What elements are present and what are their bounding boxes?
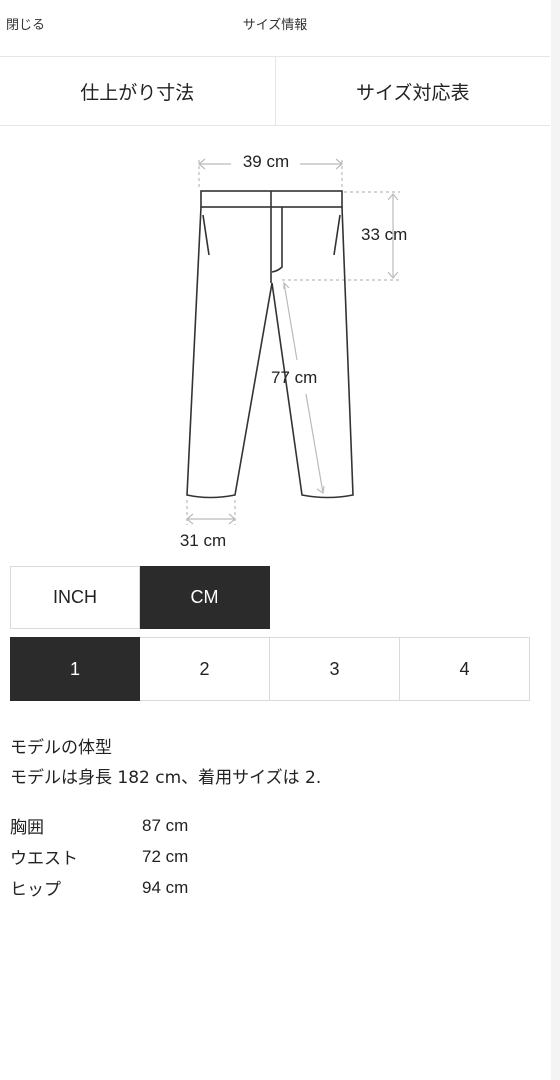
measurement-value: 87 cm xyxy=(142,815,189,835)
pants-dimension-diagram: 39 cm 33 cm 77 cm 31 cm xyxy=(0,140,550,560)
inseam-label: 77 cm xyxy=(271,368,317,387)
hem-width-label: 31 cm xyxy=(180,531,226,550)
unit-inch-button[interactable]: INCH xyxy=(10,566,140,629)
tab-bar: 仕上がり寸法 サイズ対応表 xyxy=(0,56,550,126)
unit-cm-button[interactable]: CM xyxy=(140,566,270,629)
rise-label: 33 cm xyxy=(361,225,407,244)
measurement-row: ヒップ 94 cm xyxy=(10,872,188,903)
model-measurements: 胸囲 87 cm ウエスト 72 cm ヒップ 94 cm xyxy=(10,810,188,903)
size-4-button[interactable]: 4 xyxy=(400,637,530,701)
tab-finished-dimensions[interactable]: 仕上がり寸法 xyxy=(0,57,275,125)
measurement-label: ウエスト xyxy=(10,849,78,869)
measurement-row: ウエスト 72 cm xyxy=(10,841,188,872)
measurement-value: 72 cm xyxy=(142,846,189,866)
pants-illustration: 39 cm 33 cm 77 cm 31 cm xyxy=(180,152,407,550)
size-3-button[interactable]: 3 xyxy=(270,637,400,701)
measurement-value: 94 cm xyxy=(142,877,189,897)
size-1-button[interactable]: 1 xyxy=(10,637,140,701)
screen-edge xyxy=(551,0,560,1080)
measurement-label: 胸囲 xyxy=(10,818,44,838)
size-2-button[interactable]: 2 xyxy=(140,637,270,701)
measurement-label: ヒップ xyxy=(10,880,61,900)
tab-size-chart[interactable]: サイズ対応表 xyxy=(274,57,551,125)
pants-outline xyxy=(186,190,354,499)
dimension-guides xyxy=(186,158,400,525)
model-description: モデルは身長 182 cm、着用サイズは 2. xyxy=(10,768,322,788)
page-title: サイズ情報 xyxy=(242,18,308,33)
waist-width-label: 39 cm xyxy=(243,152,289,171)
unit-toggle: INCH CM xyxy=(10,566,270,629)
size-selector: 1 2 3 4 xyxy=(10,637,530,701)
top-bar: 閉じる サイズ情報 xyxy=(0,0,550,46)
model-heading: モデルの体型 xyxy=(10,738,112,758)
measurement-row: 胸囲 87 cm xyxy=(10,810,188,841)
